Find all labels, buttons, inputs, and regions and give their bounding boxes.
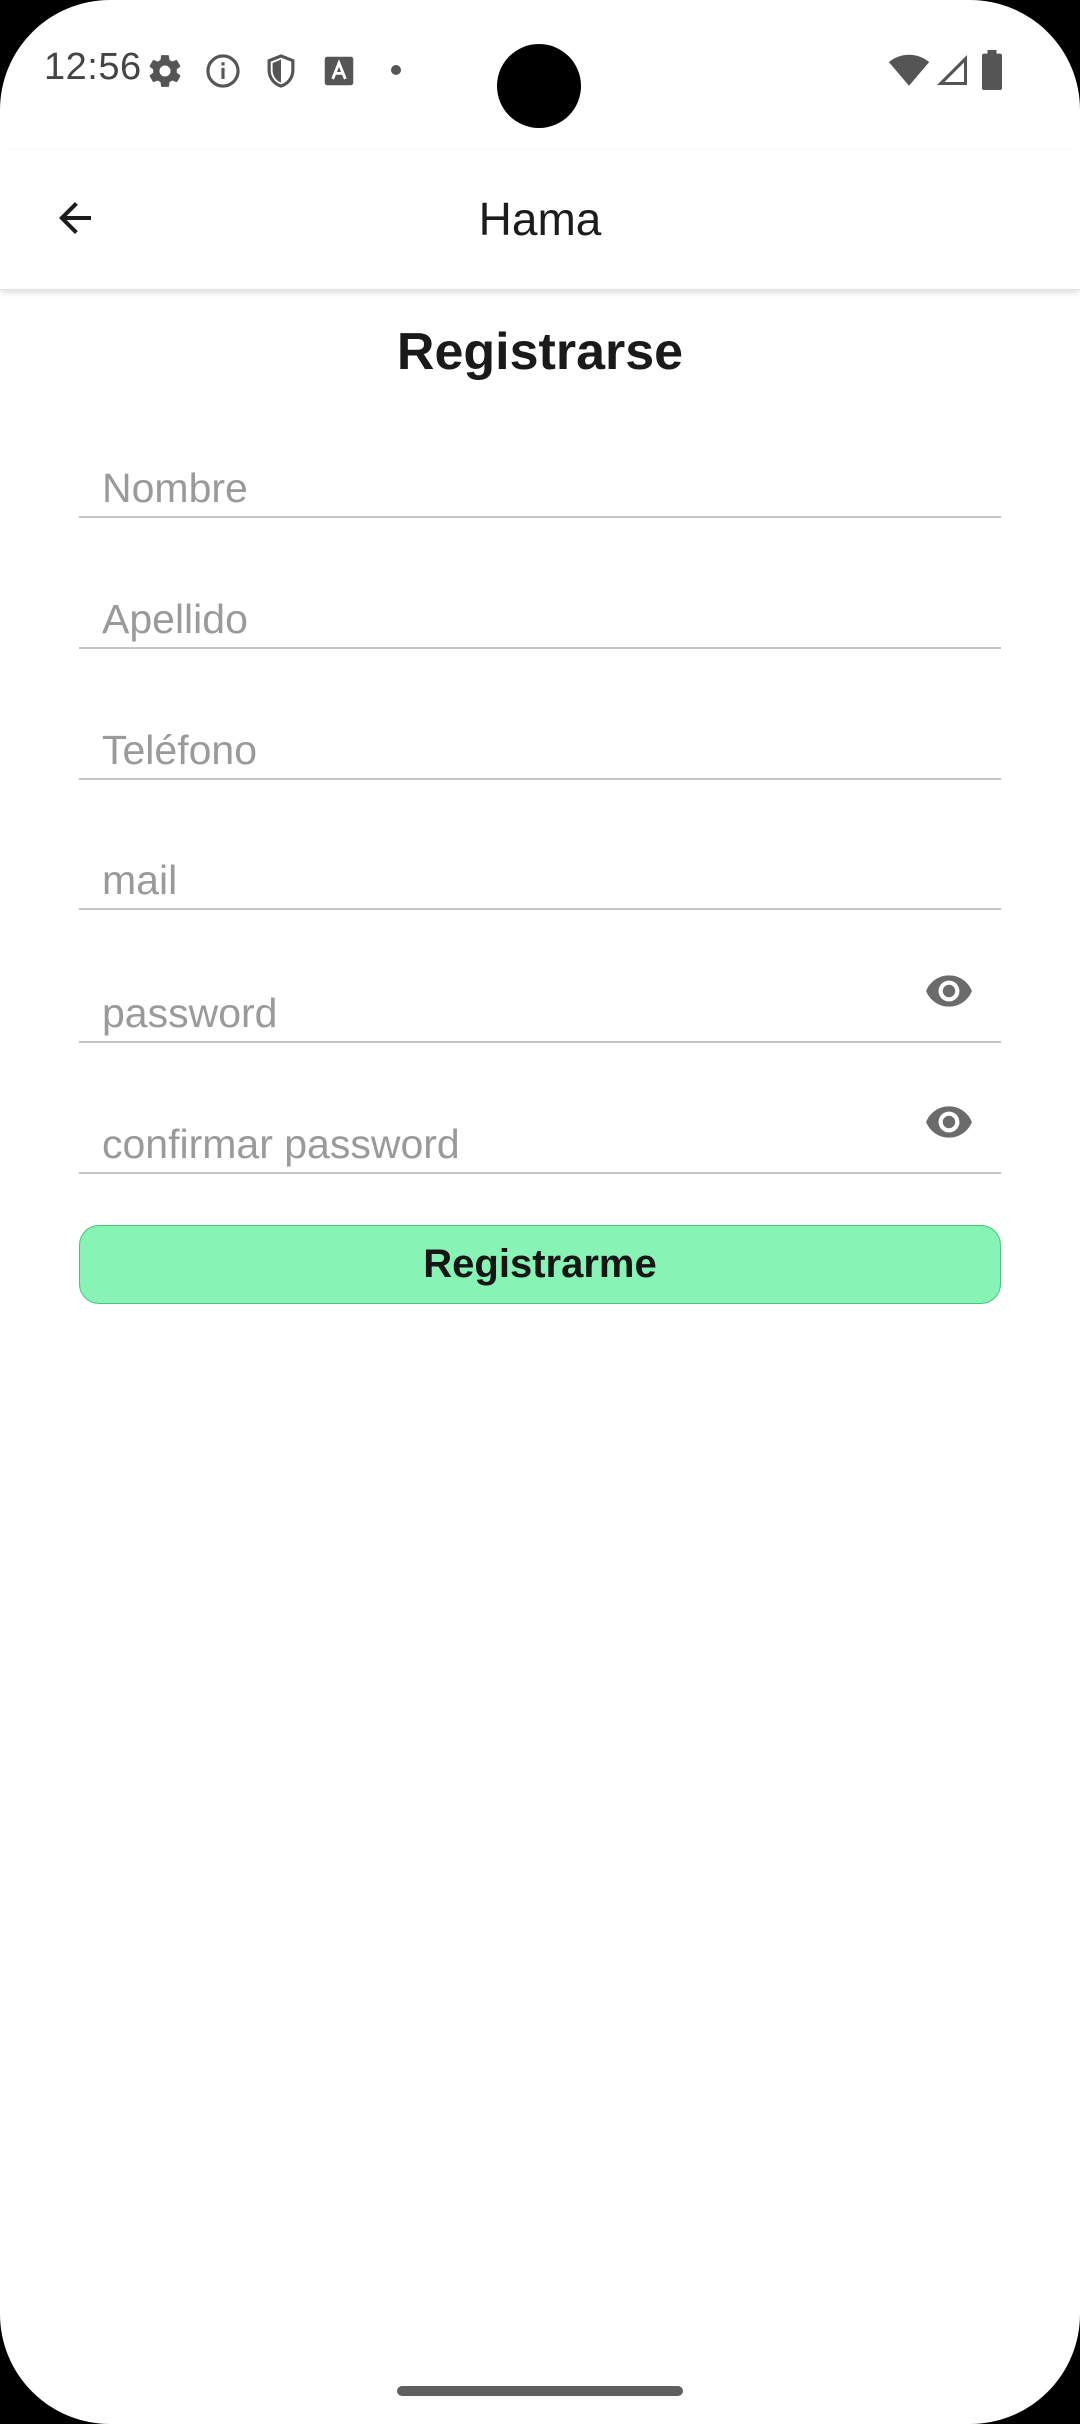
status-bar: 12:56 <box>0 0 1080 150</box>
first-name-input[interactable] <box>102 465 911 512</box>
home-indicator[interactable] <box>397 2386 683 2396</box>
password-input[interactable] <box>102 990 911 1037</box>
last-name-input[interactable] <box>102 596 911 643</box>
confirm-password-field[interactable] <box>79 1084 1001 1174</box>
phone-input[interactable] <box>102 727 911 774</box>
toggle-password-visibility-button[interactable] <box>919 963 979 1023</box>
shield-icon <box>262 52 300 95</box>
toggle-confirm-password-visibility-button[interactable] <box>919 1094 979 1154</box>
email-field[interactable] <box>79 820 1001 910</box>
dot-icon <box>388 62 404 83</box>
eye-icon <box>924 1097 974 1152</box>
status-time: 12:56 <box>44 46 142 88</box>
app-bar: Hama <box>0 150 1080 290</box>
app-title: Hama <box>478 193 602 245</box>
email-input[interactable] <box>102 857 911 904</box>
camera-cutout <box>497 44 581 128</box>
phone-field[interactable] <box>79 690 1001 780</box>
confirm-password-input[interactable] <box>102 1121 911 1168</box>
first-name-field[interactable] <box>79 428 1001 518</box>
font-icon <box>320 52 358 95</box>
info-icon <box>204 52 242 95</box>
page-title: Registrarse <box>396 323 684 381</box>
signal-icon <box>934 52 970 93</box>
settings-icon <box>146 52 184 95</box>
wifi-icon <box>888 52 930 93</box>
password-field[interactable] <box>79 953 1001 1043</box>
screen: 12:56 Hama Registrarse Nombre Apellido T… <box>0 0 1080 2424</box>
register-button[interactable]: Registrarme <box>79 1225 1001 1304</box>
eye-icon <box>924 966 974 1021</box>
last-name-field[interactable] <box>79 559 1001 649</box>
battery-icon <box>980 50 1004 95</box>
